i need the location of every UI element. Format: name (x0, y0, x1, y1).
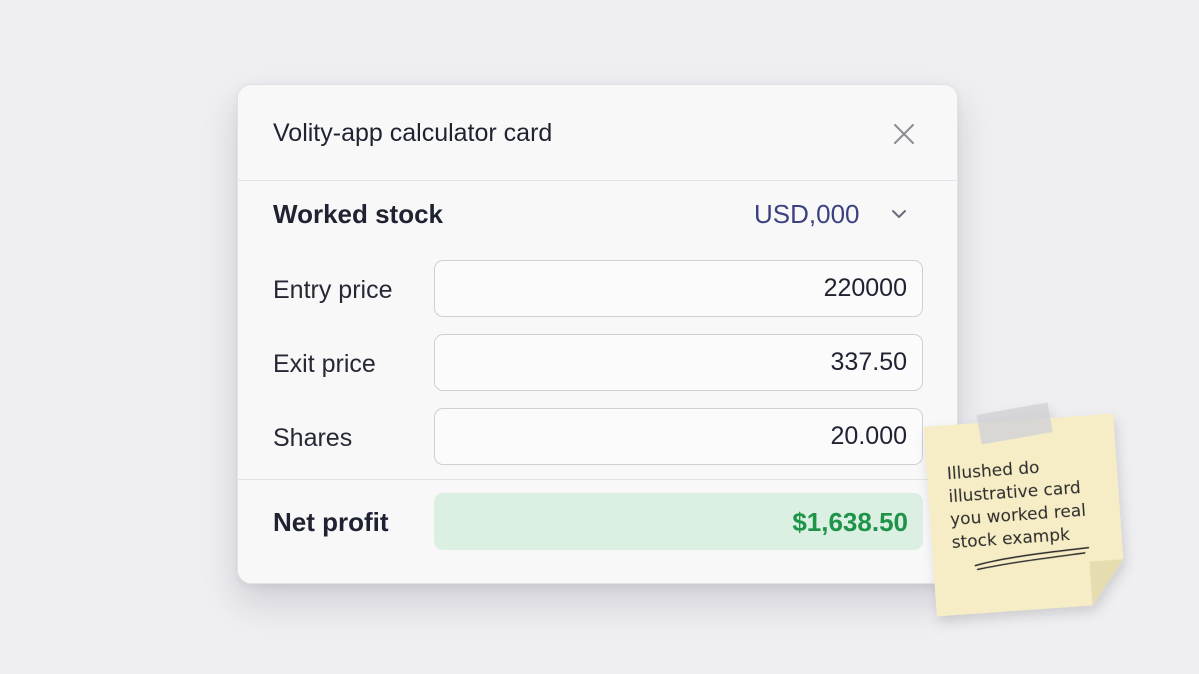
sticky-note-text: Illushed do illustrative card you worked… (946, 452, 1112, 555)
entry-price-input[interactable] (434, 260, 923, 317)
card-header: Volity-app calculator card (238, 85, 957, 181)
chevron-down-icon (892, 210, 906, 218)
sticky-corner-fold (1089, 559, 1126, 605)
entry-price-label: Entry price (273, 276, 393, 304)
currency-select[interactable]: USD,000 (748, 193, 923, 233)
shares-input[interactable] (434, 408, 923, 465)
sticky-note: Illushed do illustrative card you worked… (924, 402, 1127, 617)
shares-label: Shares (273, 424, 353, 452)
currency-value: USD,000 (754, 199, 860, 229)
net-profit-value: $1,638.50 (792, 507, 908, 537)
shares-row: Shares (238, 408, 957, 466)
card-title: Volity-app calculator card (273, 119, 553, 147)
exit-price-row: Exit price (238, 334, 957, 392)
net-profit-box: $1,638.50 (434, 493, 923, 550)
entry-price-row: Entry price (238, 260, 957, 318)
net-profit-label: Net profit (273, 507, 389, 537)
exit-price-label: Exit price (273, 350, 376, 378)
stock-row: Worked stock USD,000 (238, 181, 957, 247)
calculator-card: Volity-app calculator card Worked stock … (237, 84, 958, 584)
result-divider (238, 479, 957, 480)
stock-label: Worked stock (273, 199, 444, 229)
close-icon[interactable] (891, 121, 917, 147)
exit-price-input[interactable] (434, 334, 923, 391)
